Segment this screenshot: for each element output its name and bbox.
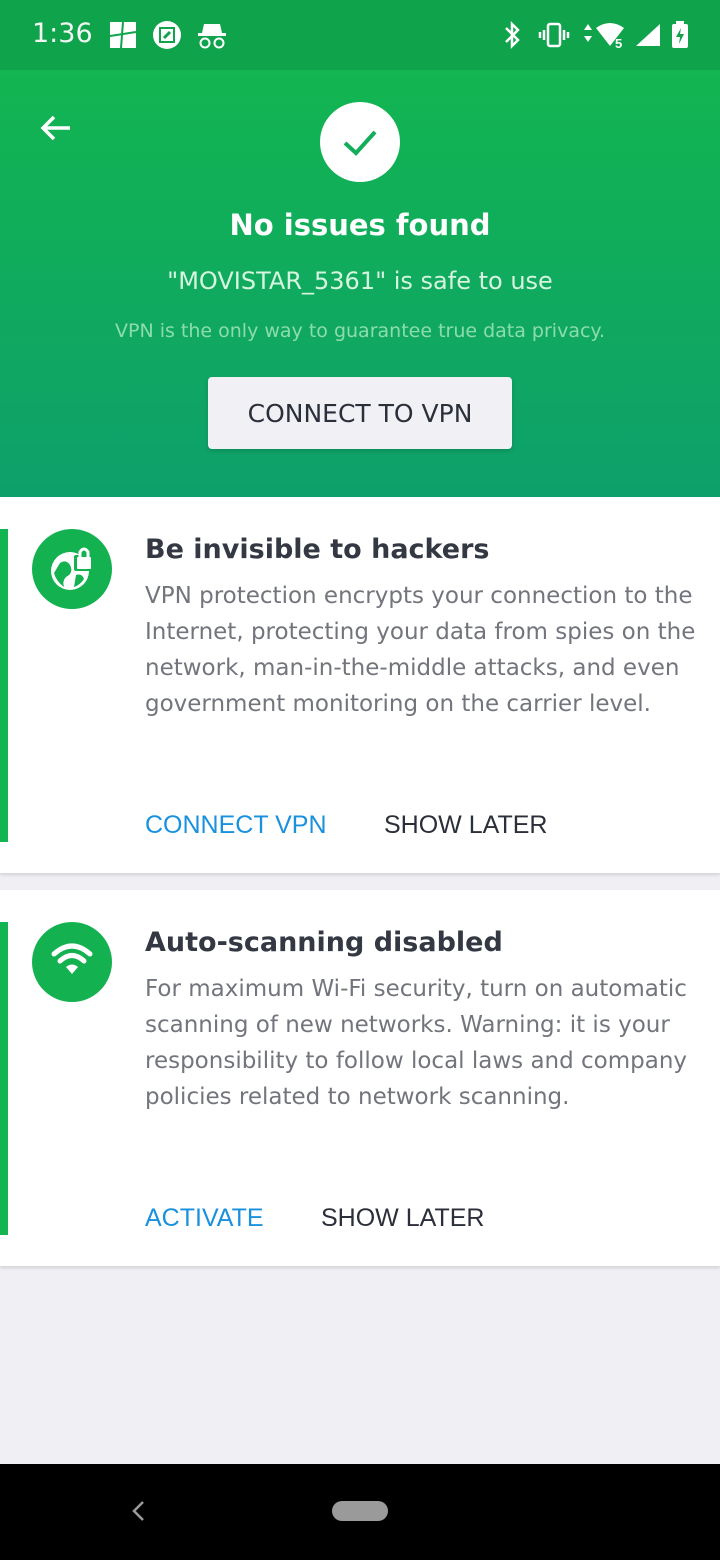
check-icon	[343, 130, 377, 156]
activate-button[interactable]: ACTIVATE	[145, 1204, 264, 1233]
show-later-button[interactable]: SHOW LATER	[384, 811, 547, 840]
wifi-icon: 5	[584, 23, 624, 50]
gallery-icon	[109, 21, 137, 49]
card-title: Be invisible to hackers	[145, 534, 490, 565]
status-bar: 1:36 5	[0, 0, 720, 70]
card-body: For maximum Wi-Fi security, turn on auto…	[145, 976, 688, 1110]
card-accent-bar	[0, 922, 8, 1235]
arrow-left-icon[interactable]	[36, 108, 76, 148]
wifi-icon	[51, 943, 93, 974]
nav-home-pill[interactable]	[332, 1501, 388, 1521]
battery-charging-icon	[672, 21, 688, 48]
scan-result-header: No issues found "MOVISTAR_5361" is safe …	[0, 70, 720, 497]
card-body: VPN protection encrypts your connection …	[145, 583, 696, 717]
globe-lock-icon	[51, 547, 94, 590]
card-accent-bar	[0, 529, 8, 842]
network-safe-message: "MOVISTAR_5361" is safe to use	[167, 267, 553, 295]
clock: 1:36	[32, 18, 93, 49]
recommendation-card-autoscan: Auto-scanning disabled For maximum Wi-Fi…	[0, 890, 720, 1266]
svg-text:5: 5	[615, 36, 622, 50]
connect-vpn-button[interactable]: CONNECT VPN	[145, 811, 327, 840]
card-title: Auto-scanning disabled	[145, 927, 503, 958]
connect-to-vpn-button[interactable]: CONNECT TO VPN	[208, 377, 512, 449]
vpn-note: VPN is the only way to guarantee true da…	[115, 320, 605, 342]
result-title: No issues found	[229, 208, 491, 242]
card-icon-badge	[32, 922, 112, 1002]
status-check-badge	[320, 102, 400, 182]
screenshot-edit-icon	[153, 21, 181, 49]
recommendation-card-vpn: Be invisible to hackers VPN protection e…	[0, 497, 720, 873]
bluetooth-icon	[505, 20, 520, 50]
vibrate-icon	[538, 22, 570, 48]
cell-signal-icon	[636, 24, 660, 46]
nav-back-icon[interactable]	[128, 1500, 150, 1522]
incognito-icon	[198, 24, 226, 49]
card-icon-badge	[32, 529, 112, 609]
show-later-button[interactable]: SHOW LATER	[321, 1204, 484, 1233]
system-navigation-bar	[0, 1464, 720, 1560]
